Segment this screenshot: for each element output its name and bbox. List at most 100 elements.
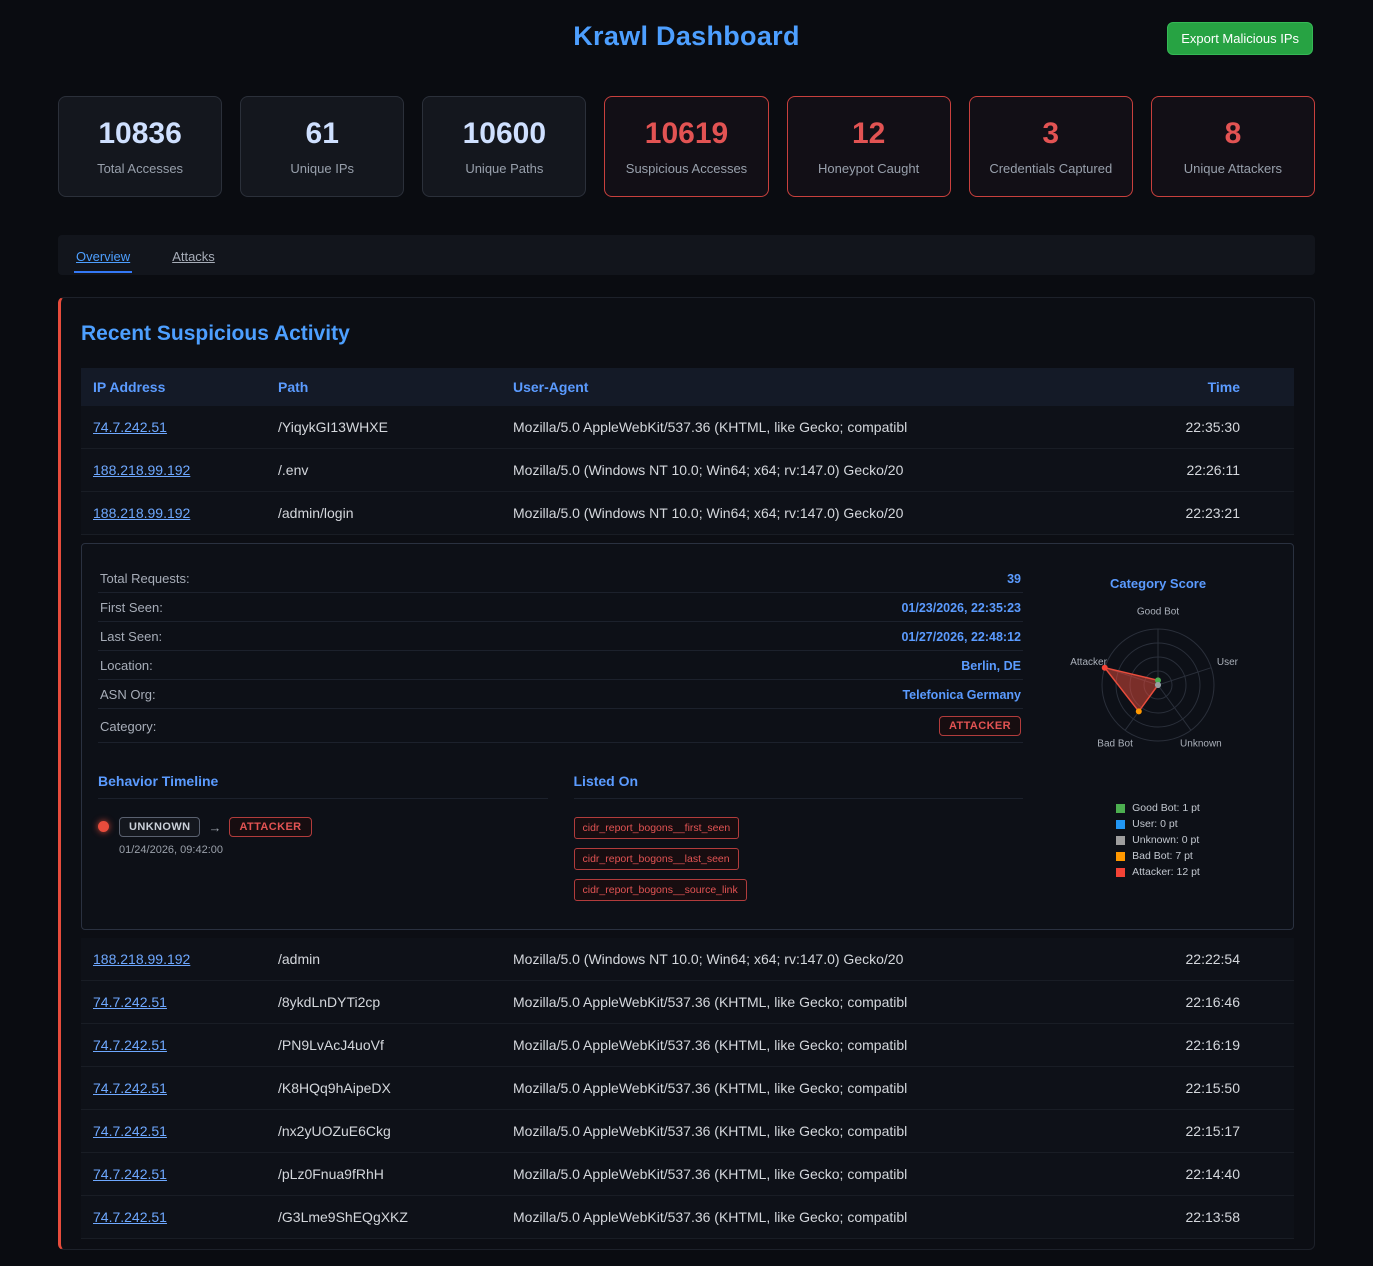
table-row[interactable]: 74.7.242.51/8ykdLnDYTi2cpMozilla/5.0 App…: [81, 981, 1294, 1024]
field-label: Location:: [100, 658, 153, 673]
path-cell: /YiqykGI13WHXE: [266, 406, 501, 448]
ip-link[interactable]: 188.218.99.192: [81, 449, 266, 491]
stat-card-credentials-captured: 3Credentials Captured: [969, 96, 1133, 197]
time-cell: 22:35:30: [1124, 406, 1294, 448]
time-cell: 22:22:54: [1124, 938, 1294, 980]
timeline-timestamp: 01/24/2026, 09:42:00: [119, 844, 312, 856]
user-agent-cell: Mozilla/5.0 AppleWebKit/537.36 (KHTML, l…: [501, 406, 1124, 448]
table-row[interactable]: 74.7.242.51/pLz0Fnua9fRhHMozilla/5.0 App…: [81, 1153, 1294, 1196]
ip-link[interactable]: 188.218.99.192: [81, 938, 266, 980]
listed-on-badge[interactable]: cidr_report_bogons__first_seen: [574, 817, 740, 839]
legend-swatch: [1116, 852, 1125, 861]
path-cell: /nx2yUOZuE6Ckg: [266, 1110, 501, 1152]
legend-swatch: [1116, 820, 1125, 829]
listed-on-badge[interactable]: cidr_report_bogons__last_seen: [574, 848, 739, 870]
time-cell: 22:15:17: [1124, 1110, 1294, 1152]
table-row[interactable]: 74.7.242.51/K8HQq9hAipeDXMozilla/5.0 App…: [81, 1067, 1294, 1110]
detail-field-first-seen: First Seen:01/23/2026, 22:35:23: [98, 593, 1023, 622]
tab-attacks[interactable]: Attacks: [170, 238, 217, 273]
svg-text:Bad Bot: Bad Bot: [1097, 739, 1133, 750]
legend-text: Attacker: 12 pt: [1132, 866, 1200, 878]
table-row[interactable]: 188.218.99.192/adminMozilla/5.0 (Windows…: [81, 938, 1294, 981]
ip-link[interactable]: 74.7.242.51: [81, 981, 266, 1023]
legend-item: User: 0 pt: [1116, 818, 1200, 830]
export-malicious-ips-button[interactable]: Export Malicious IPs: [1167, 22, 1313, 55]
time-cell: 22:26:11: [1124, 449, 1294, 491]
legend-text: Unknown: 0 pt: [1132, 834, 1199, 846]
ip-detail-fields: Total Requests:39First Seen:01/23/2026, …: [98, 564, 1023, 901]
table-row[interactable]: 74.7.242.51/nx2yUOZuE6CkgMozilla/5.0 App…: [81, 1110, 1294, 1153]
user-agent-cell: Mozilla/5.0 (Windows NT 10.0; Win64; x64…: [501, 492, 1124, 534]
behavior-timeline-section: Behavior Timeline UNKNOWN → ATTACKER: [98, 773, 548, 901]
arrow-right-icon: →: [208, 820, 221, 835]
field-label: Last Seen:: [100, 629, 162, 644]
legend-swatch: [1116, 836, 1125, 845]
recent-suspicious-activity-panel: Recent Suspicious Activity IP AddressPat…: [58, 297, 1315, 1250]
chart-title: Category Score: [1039, 576, 1277, 591]
path-cell: /.env: [266, 449, 501, 491]
stat-card-unique-paths: 10600Unique Paths: [422, 96, 586, 197]
time-cell: 22:23:21: [1124, 492, 1294, 534]
detail-field-asn-org: ASN Org:Telefonica Germany: [98, 680, 1023, 709]
category-badge: ATTACKER: [939, 716, 1021, 736]
stat-label: Credentials Captured: [976, 161, 1126, 176]
table-row[interactable]: 188.218.99.192/admin/loginMozilla/5.0 (W…: [81, 492, 1294, 535]
category-field: Category: ATTACKER: [98, 709, 1023, 743]
field-value: Berlin, DE: [961, 659, 1021, 673]
radar-chart: Good Bot User Unknown Bad Bot Attacker: [1043, 593, 1273, 789]
listed-on-badge[interactable]: cidr_report_bogons__source_link: [574, 879, 747, 901]
field-label: Total Requests:: [100, 571, 190, 586]
ip-link[interactable]: 188.218.99.192: [81, 492, 266, 534]
table-row[interactable]: 188.218.99.192/.envMozilla/5.0 (Windows …: [81, 449, 1294, 492]
user-agent-cell: Mozilla/5.0 AppleWebKit/537.36 (KHTML, l…: [501, 1024, 1124, 1066]
table-row[interactable]: 74.7.242.51/YiqykGI13WHXEMozilla/5.0 App…: [81, 406, 1294, 449]
stat-label: Unique IPs: [247, 161, 397, 176]
header: Krawl Dashboard Export Malicious IPs: [58, 0, 1315, 72]
table-row[interactable]: 74.7.242.51/G3Lme9ShEQgXKZMozilla/5.0 Ap…: [81, 1196, 1294, 1239]
svg-text:Good Bot: Good Bot: [1137, 607, 1179, 618]
ip-detail-panel: Total Requests:39First Seen:01/23/2026, …: [81, 543, 1294, 930]
ip-link[interactable]: 74.7.242.51: [81, 1067, 266, 1109]
category-score-chart: Category Score Good Bot User Unknown Bad Bo…: [1039, 564, 1277, 901]
tab-bar: Overview Attacks: [58, 235, 1315, 275]
behavior-timeline-title: Behavior Timeline: [98, 773, 548, 799]
table-row[interactable]: 74.7.242.51/PN9LvAcJ4uoVfMozilla/5.0 App…: [81, 1024, 1294, 1067]
path-cell: /8ykdLnDYTi2cp: [266, 981, 501, 1023]
column-header-ip-address: IP Address: [81, 368, 266, 406]
stat-label: Unique Attackers: [1158, 161, 1308, 176]
legend-item: Bad Bot: 7 pt: [1116, 850, 1200, 862]
detail-field-location: Location: Berlin, DE: [98, 651, 1023, 680]
legend-text: Good Bot: 1 pt: [1132, 802, 1200, 814]
user-agent-cell: Mozilla/5.0 AppleWebKit/537.36 (KHTML, l…: [501, 981, 1124, 1023]
svg-text:Attacker: Attacker: [1070, 657, 1107, 668]
legend-swatch: [1116, 804, 1125, 813]
svg-text:Unknown: Unknown: [1180, 739, 1222, 750]
svg-text:User: User: [1217, 657, 1239, 668]
stat-value: 8: [1158, 117, 1308, 151]
listed-on-title: Listed On: [574, 773, 1024, 799]
stat-value: 10836: [65, 117, 215, 151]
ip-link[interactable]: 74.7.242.51: [81, 406, 266, 448]
legend-text: Bad Bot: 7 pt: [1132, 850, 1193, 862]
page-title: Krawl Dashboard: [573, 21, 800, 52]
stat-value: 10619: [611, 117, 761, 151]
timeline-from-badge: UNKNOWN: [119, 817, 200, 837]
ip-link[interactable]: 74.7.242.51: [81, 1110, 266, 1152]
table-rows-bottom: 188.218.99.192/adminMozilla/5.0 (Windows…: [81, 938, 1294, 1239]
user-agent-cell: Mozilla/5.0 (Windows NT 10.0; Win64; x64…: [501, 938, 1124, 980]
path-cell: /G3Lme9ShEQgXKZ: [266, 1196, 501, 1238]
field-value: 01/27/2026, 22:48:12: [901, 630, 1021, 644]
ip-link[interactable]: 74.7.242.51: [81, 1196, 266, 1238]
legend-swatch: [1116, 868, 1125, 877]
ip-link[interactable]: 74.7.242.51: [81, 1024, 266, 1066]
detail-field-total-requests: Total Requests:39: [98, 564, 1023, 593]
tab-overview[interactable]: Overview: [74, 238, 132, 273]
user-agent-cell: Mozilla/5.0 AppleWebKit/537.36 (KHTML, l…: [501, 1196, 1124, 1238]
path-cell: /admin/login: [266, 492, 501, 534]
time-cell: 22:15:50: [1124, 1067, 1294, 1109]
path-cell: /PN9LvAcJ4uoVf: [266, 1024, 501, 1066]
field-label: ASN Org:: [100, 687, 156, 702]
time-cell: 22:13:58: [1124, 1196, 1294, 1238]
stats-row: 10836Total Accesses61Unique IPs10600Uniq…: [58, 96, 1315, 197]
ip-link[interactable]: 74.7.242.51: [81, 1153, 266, 1195]
